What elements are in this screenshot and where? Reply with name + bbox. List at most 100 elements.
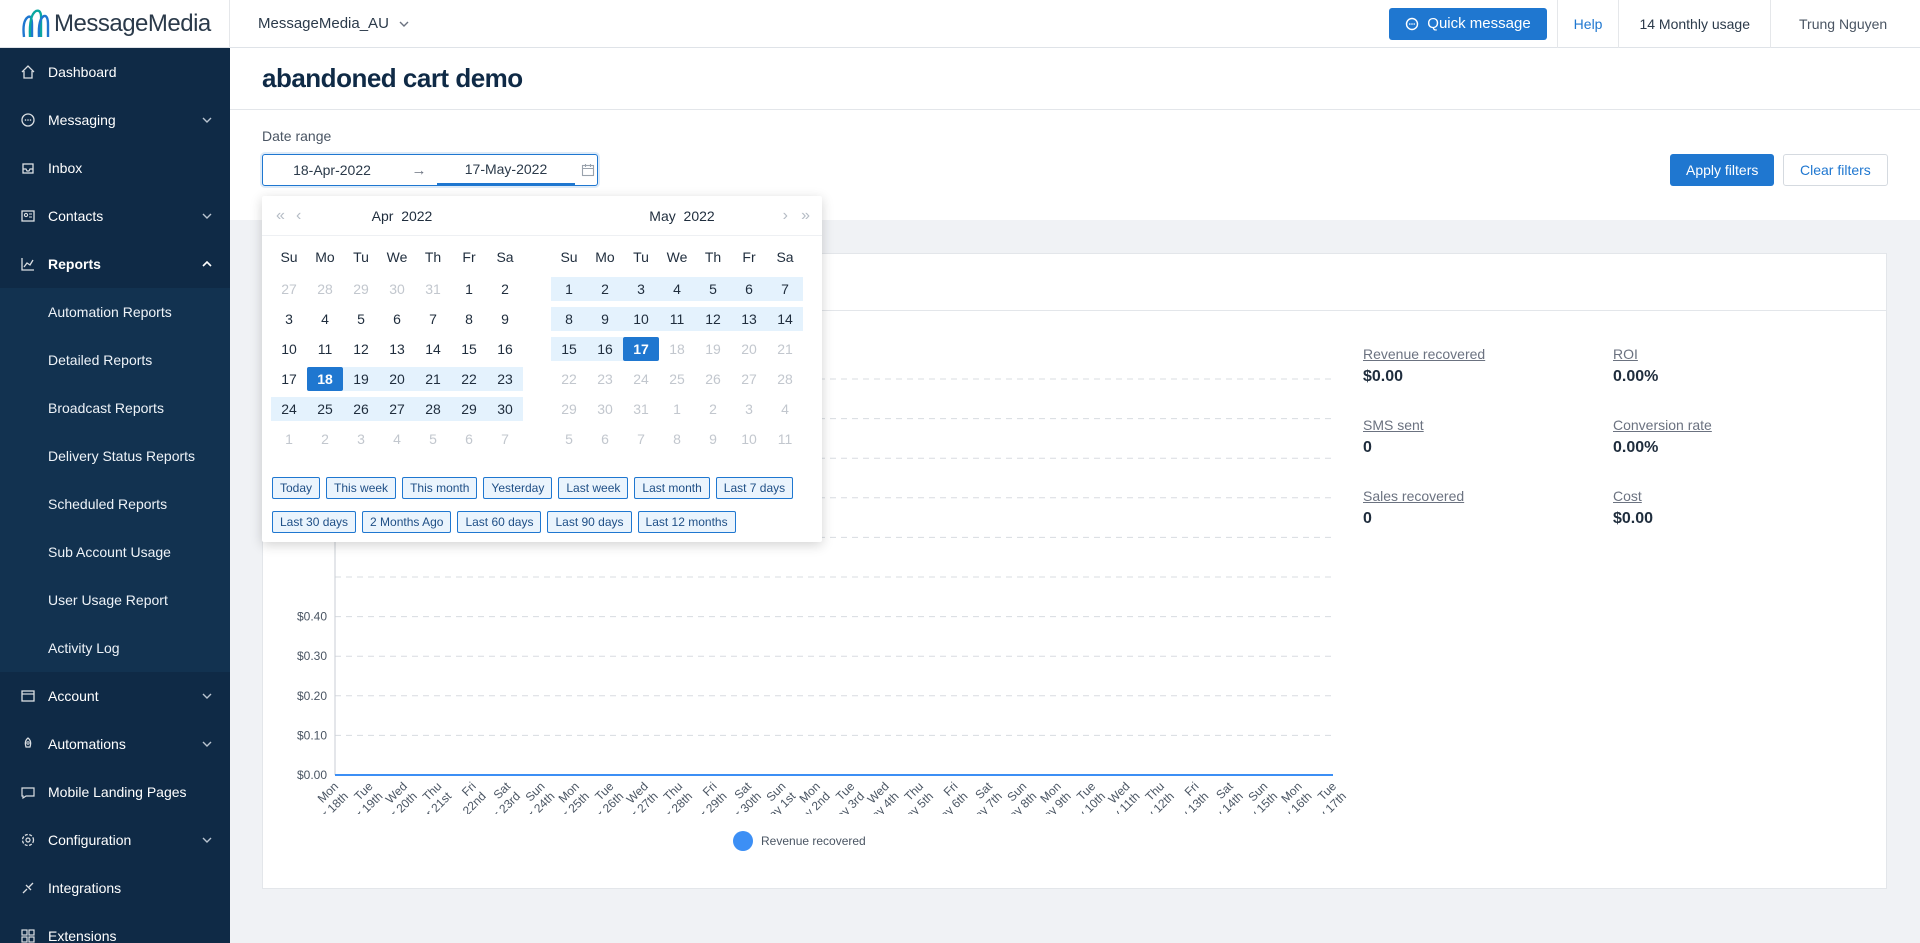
calendar-day[interactable]: 2: [587, 277, 623, 301]
clear-filters-button[interactable]: Clear filters: [1783, 154, 1888, 186]
calendar-day[interactable]: 11: [767, 427, 803, 451]
calendar-day[interactable]: 7: [415, 307, 451, 331]
preset-range-button[interactable]: This week: [326, 477, 397, 499]
apply-filters-button[interactable]: Apply filters: [1670, 154, 1775, 186]
calendar-day[interactable]: 27: [379, 397, 415, 421]
metric-label[interactable]: Sales recovered: [1363, 488, 1583, 504]
calendar-day[interactable]: 31: [415, 277, 451, 301]
calendar-day[interactable]: 26: [343, 397, 379, 421]
calendar-day[interactable]: 9: [695, 427, 731, 451]
calendar-day[interactable]: 27: [271, 277, 307, 301]
sidebar-item-automations[interactable]: Automations: [0, 720, 230, 768]
calendar-day[interactable]: 6: [587, 427, 623, 451]
metric-label[interactable]: Cost: [1613, 488, 1833, 504]
calendar-day[interactable]: 4: [767, 397, 803, 421]
calendar-day[interactable]: 8: [659, 427, 695, 451]
end-date-input[interactable]: [437, 155, 575, 185]
sidebar-subitem-automation-reports[interactable]: Automation Reports: [0, 288, 230, 336]
calendar-year[interactable]: 2022: [684, 208, 715, 224]
metric-label[interactable]: Revenue recovered: [1363, 346, 1583, 362]
monthly-usage-link[interactable]: 14 Monthly usage: [1618, 0, 1770, 48]
calendar-day[interactable]: 1: [551, 277, 587, 301]
account-switcher[interactable]: MessageMedia_AU: [258, 15, 409, 32]
calendar-day[interactable]: 28: [415, 397, 451, 421]
calendar-day[interactable]: 17: [271, 367, 307, 391]
calendar-day[interactable]: 6: [379, 307, 415, 331]
sidebar-subitem-sub-account-usage[interactable]: Sub Account Usage: [0, 528, 230, 576]
calendar-day[interactable]: 1: [271, 427, 307, 451]
preset-range-button[interactable]: Today: [272, 477, 321, 499]
calendar-day[interactable]: 25: [659, 367, 695, 391]
calendar-day[interactable]: 2: [307, 427, 343, 451]
calendar-day[interactable]: 10: [271, 337, 307, 361]
calendar-day[interactable]: 3: [731, 397, 767, 421]
calendar-day[interactable]: 15: [451, 337, 487, 361]
calendar-day[interactable]: 7: [623, 427, 659, 451]
calendar-day[interactable]: 21: [415, 367, 451, 391]
calendar-day[interactable]: 10: [623, 307, 659, 331]
calendar-day[interactable]: 13: [731, 307, 767, 331]
calendar-day[interactable]: 30: [487, 397, 523, 421]
calendar-day[interactable]: 18: [659, 337, 695, 361]
preset-range-button[interactable]: Last 90 days: [547, 511, 632, 533]
calendar-day[interactable]: 13: [379, 337, 415, 361]
sidebar-subitem-delivery-status-reports[interactable]: Delivery Status Reports: [0, 432, 230, 480]
preset-range-button[interactable]: Last 7 days: [715, 477, 794, 499]
sidebar-item-extensions[interactable]: Extensions: [0, 912, 230, 943]
calendar-day[interactable]: 22: [451, 367, 487, 391]
calendar-day[interactable]: 11: [307, 337, 343, 361]
calendar-day[interactable]: 4: [379, 427, 415, 451]
user-menu[interactable]: Trung Nguyen: [1770, 0, 1920, 48]
preset-range-button[interactable]: Last month: [634, 477, 710, 499]
calendar-day[interactable]: 9: [487, 307, 523, 331]
calendar-day[interactable]: 14: [415, 337, 451, 361]
calendar-day[interactable]: 16: [587, 337, 623, 361]
calendar-month[interactable]: Apr: [372, 208, 394, 224]
calendar-day[interactable]: 20: [731, 337, 767, 361]
calendar-day[interactable]: 5: [343, 307, 379, 331]
preset-range-button[interactable]: Last 60 days: [457, 511, 542, 533]
preset-range-button[interactable]: 2 Months Ago: [362, 511, 452, 533]
calendar-year[interactable]: 2022: [401, 208, 432, 224]
calendar-day[interactable]: 23: [487, 367, 523, 391]
sidebar-item-account[interactable]: Account: [0, 672, 230, 720]
calendar-day[interactable]: 1: [659, 397, 695, 421]
calendar-day[interactable]: 9: [587, 307, 623, 331]
preset-range-button[interactable]: Last 30 days: [272, 511, 357, 533]
next-year-icon[interactable]: »: [801, 196, 810, 236]
calendar-day[interactable]: 3: [623, 277, 659, 301]
metric-label[interactable]: Conversion rate: [1613, 417, 1833, 433]
quick-message-button[interactable]: Quick message: [1389, 7, 1547, 40]
calendar-day[interactable]: 14: [767, 307, 803, 331]
calendar-month[interactable]: May: [649, 208, 675, 224]
sidebar-subitem-scheduled-reports[interactable]: Scheduled Reports: [0, 480, 230, 528]
preset-range-button[interactable]: Yesterday: [483, 477, 553, 499]
sidebar-item-dashboard[interactable]: Dashboard: [0, 48, 230, 96]
calendar-day[interactable]: 16: [487, 337, 523, 361]
calendar-day[interactable]: 28: [767, 367, 803, 391]
calendar-day[interactable]: 20: [379, 367, 415, 391]
prev-year-icon[interactable]: «: [276, 196, 285, 236]
metric-label[interactable]: SMS sent: [1363, 417, 1583, 433]
preset-range-button[interactable]: This month: [402, 477, 478, 499]
calendar-icon[interactable]: [581, 163, 595, 177]
sidebar-item-inbox[interactable]: Inbox: [0, 144, 230, 192]
calendar-day[interactable]: 1: [451, 277, 487, 301]
calendar-day[interactable]: 15: [551, 337, 587, 361]
calendar-day[interactable]: 24: [623, 367, 659, 391]
chart-legend[interactable]: Revenue recovered: [733, 831, 866, 851]
calendar-day[interactable]: 5: [551, 427, 587, 451]
sidebar-subitem-broadcast-reports[interactable]: Broadcast Reports: [0, 384, 230, 432]
calendar-day[interactable]: 5: [695, 277, 731, 301]
calendar-day[interactable]: 24: [271, 397, 307, 421]
calendar-day[interactable]: 18: [307, 367, 343, 391]
calendar-day[interactable]: 31: [623, 397, 659, 421]
preset-range-button[interactable]: Last week: [558, 477, 629, 499]
sidebar-item-reports[interactable]: Reports: [0, 240, 230, 288]
calendar-day[interactable]: 5: [415, 427, 451, 451]
calendar-day[interactable]: 29: [551, 397, 587, 421]
calendar-day[interactable]: 26: [695, 367, 731, 391]
calendar-day[interactable]: 11: [659, 307, 695, 331]
calendar-day[interactable]: 19: [695, 337, 731, 361]
metric-label[interactable]: ROI: [1613, 346, 1833, 362]
